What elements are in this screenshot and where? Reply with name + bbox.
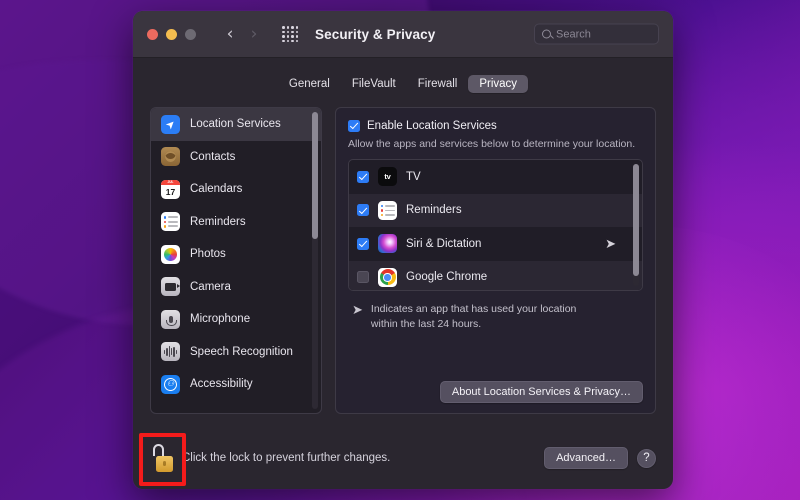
accessibility-icon xyxy=(161,374,180,394)
microphone-icon xyxy=(161,309,180,329)
sidebar-item-label: Camera xyxy=(190,280,231,293)
back-chevron-icon[interactable]: ‹ xyxy=(220,24,240,44)
enable-location-services-row[interactable]: Enable Location Services xyxy=(348,120,643,132)
table-row[interactable]: Reminders xyxy=(349,193,642,228)
sidebar-item-speech-recognition[interactable]: Speech Recognition xyxy=(151,336,321,369)
forward-chevron-icon[interactable]: › xyxy=(244,24,264,44)
app-permission-list: tv TV Reminders Siri & Dictation ➤ Googl… xyxy=(348,159,643,292)
sidebar-item-camera[interactable]: Camera xyxy=(151,271,321,304)
location-usage-note-text: Indicates an app that has used your loca… xyxy=(370,303,577,330)
window-titlebar: ‹ › Security & Privacy Search xyxy=(133,11,673,58)
sidebar-item-label: Calendars xyxy=(190,183,243,196)
privacy-panels: Location Services Contacts JUL 17 Calend… xyxy=(150,107,656,414)
location-usage-note: ➤ Indicates an app that has used your lo… xyxy=(348,302,643,331)
lock-button[interactable] xyxy=(150,444,174,472)
about-location-services-button[interactable]: About Location Services & Privacy… xyxy=(439,381,643,403)
sidebar-scrollbar[interactable] xyxy=(312,112,318,409)
table-row[interactable]: Siri & Dictation ➤ xyxy=(349,227,642,261)
enable-location-services-label: Enable Location Services xyxy=(367,120,497,132)
sidebar-item-label: Contacts xyxy=(190,150,236,163)
table-row[interactable]: Google Chrome xyxy=(349,260,642,291)
app-name: Reminders xyxy=(406,204,462,217)
about-button-row: About Location Services & Privacy… xyxy=(348,381,643,403)
unlocked-padlock-icon xyxy=(153,444,164,456)
location-arrow-icon: ➤ xyxy=(352,302,363,318)
advanced-button[interactable]: Advanced… xyxy=(544,447,628,469)
app-name: Siri & Dictation xyxy=(406,237,482,250)
tab-filevault[interactable]: FileVault xyxy=(341,75,407,93)
page-title: Security & Privacy xyxy=(315,26,436,42)
padlock-body xyxy=(156,456,173,472)
sidebar-item-calendars[interactable]: JUL 17 Calendars xyxy=(151,173,321,206)
camera-icon xyxy=(161,277,180,297)
window-content: General FileVault Firewall Privacy Locat… xyxy=(133,58,673,427)
panel-description: Allow the apps and services below to det… xyxy=(348,138,636,150)
enable-location-services-checkbox[interactable] xyxy=(348,120,360,132)
tab-bar: General FileVault Firewall Privacy xyxy=(150,75,656,93)
minimize-button[interactable] xyxy=(166,28,177,40)
sidebar-item-label: Accessibility xyxy=(190,378,253,391)
siri-icon xyxy=(378,234,397,254)
calendar-day: 17 xyxy=(165,186,176,197)
sidebar-item-label: Location Services xyxy=(190,118,281,131)
sidebar-item-reminders[interactable]: Reminders xyxy=(151,206,321,239)
sidebar-item-accessibility[interactable]: Accessibility xyxy=(151,368,321,401)
sidebar-item-label: Microphone xyxy=(190,313,251,326)
contacts-icon xyxy=(161,147,180,167)
sidebar-item-label: Speech Recognition xyxy=(190,345,293,358)
help-button[interactable]: ? xyxy=(637,448,656,468)
location-services-panel: Enable Location Services Allow the apps … xyxy=(335,107,656,414)
sidebar-item-label: Reminders xyxy=(190,215,246,228)
app-checkbox[interactable] xyxy=(357,170,369,183)
app-checkbox[interactable] xyxy=(357,271,369,284)
location-arrow-icon xyxy=(161,114,180,134)
chrome-icon xyxy=(378,267,397,287)
grid-dots-icon[interactable] xyxy=(282,26,298,42)
tab-general[interactable]: General xyxy=(278,75,341,93)
app-checkbox[interactable] xyxy=(357,204,369,217)
tab-firewall[interactable]: Firewall xyxy=(407,75,469,93)
sidebar-item-contacts[interactable]: Contacts xyxy=(151,141,321,174)
sidebar-item-location-services[interactable]: Location Services xyxy=(151,108,321,141)
sidebar-item-microphone[interactable]: Microphone xyxy=(151,303,321,336)
navigation-arrows: ‹ › xyxy=(220,24,264,44)
lock-hint-text: Click the lock to prevent further change… xyxy=(182,452,391,464)
app-list-scrollbar[interactable] xyxy=(633,164,639,287)
reminders-icon xyxy=(161,212,180,232)
apple-tv-icon: tv xyxy=(378,167,397,187)
sidebar-item-label: Photos xyxy=(190,248,226,261)
sidebar-scrollbar-thumb[interactable] xyxy=(312,112,318,239)
reminders-icon xyxy=(378,200,397,220)
app-list-scrollbar-thumb[interactable] xyxy=(633,164,639,277)
calendar-icon: JUL 17 xyxy=(161,179,180,199)
location-arrow-icon: ➤ xyxy=(605,235,616,251)
search-placeholder: Search xyxy=(556,28,591,40)
app-name: TV xyxy=(406,170,421,183)
app-checkbox[interactable] xyxy=(357,237,369,250)
security-privacy-window: ‹ › Security & Privacy Search General Fi… xyxy=(133,11,673,489)
tab-privacy[interactable]: Privacy xyxy=(468,75,529,93)
privacy-category-sidebar: Location Services Contacts JUL 17 Calend… xyxy=(150,107,322,414)
footer-actions: Advanced… ? xyxy=(544,447,656,469)
search-icon xyxy=(542,29,551,39)
window-footer: Click the lock to prevent further change… xyxy=(133,427,673,489)
photos-icon xyxy=(161,244,180,264)
app-name: Google Chrome xyxy=(406,271,488,284)
sidebar-item-photos[interactable]: Photos xyxy=(151,238,321,271)
speech-recognition-icon xyxy=(161,342,180,362)
close-button[interactable] xyxy=(147,28,158,40)
traffic-lights xyxy=(147,28,196,40)
sidebar-list: Location Services Contacts JUL 17 Calend… xyxy=(151,108,321,401)
table-row[interactable]: tv TV xyxy=(349,160,642,194)
search-input[interactable]: Search xyxy=(534,23,659,45)
zoom-button[interactable] xyxy=(185,28,196,40)
